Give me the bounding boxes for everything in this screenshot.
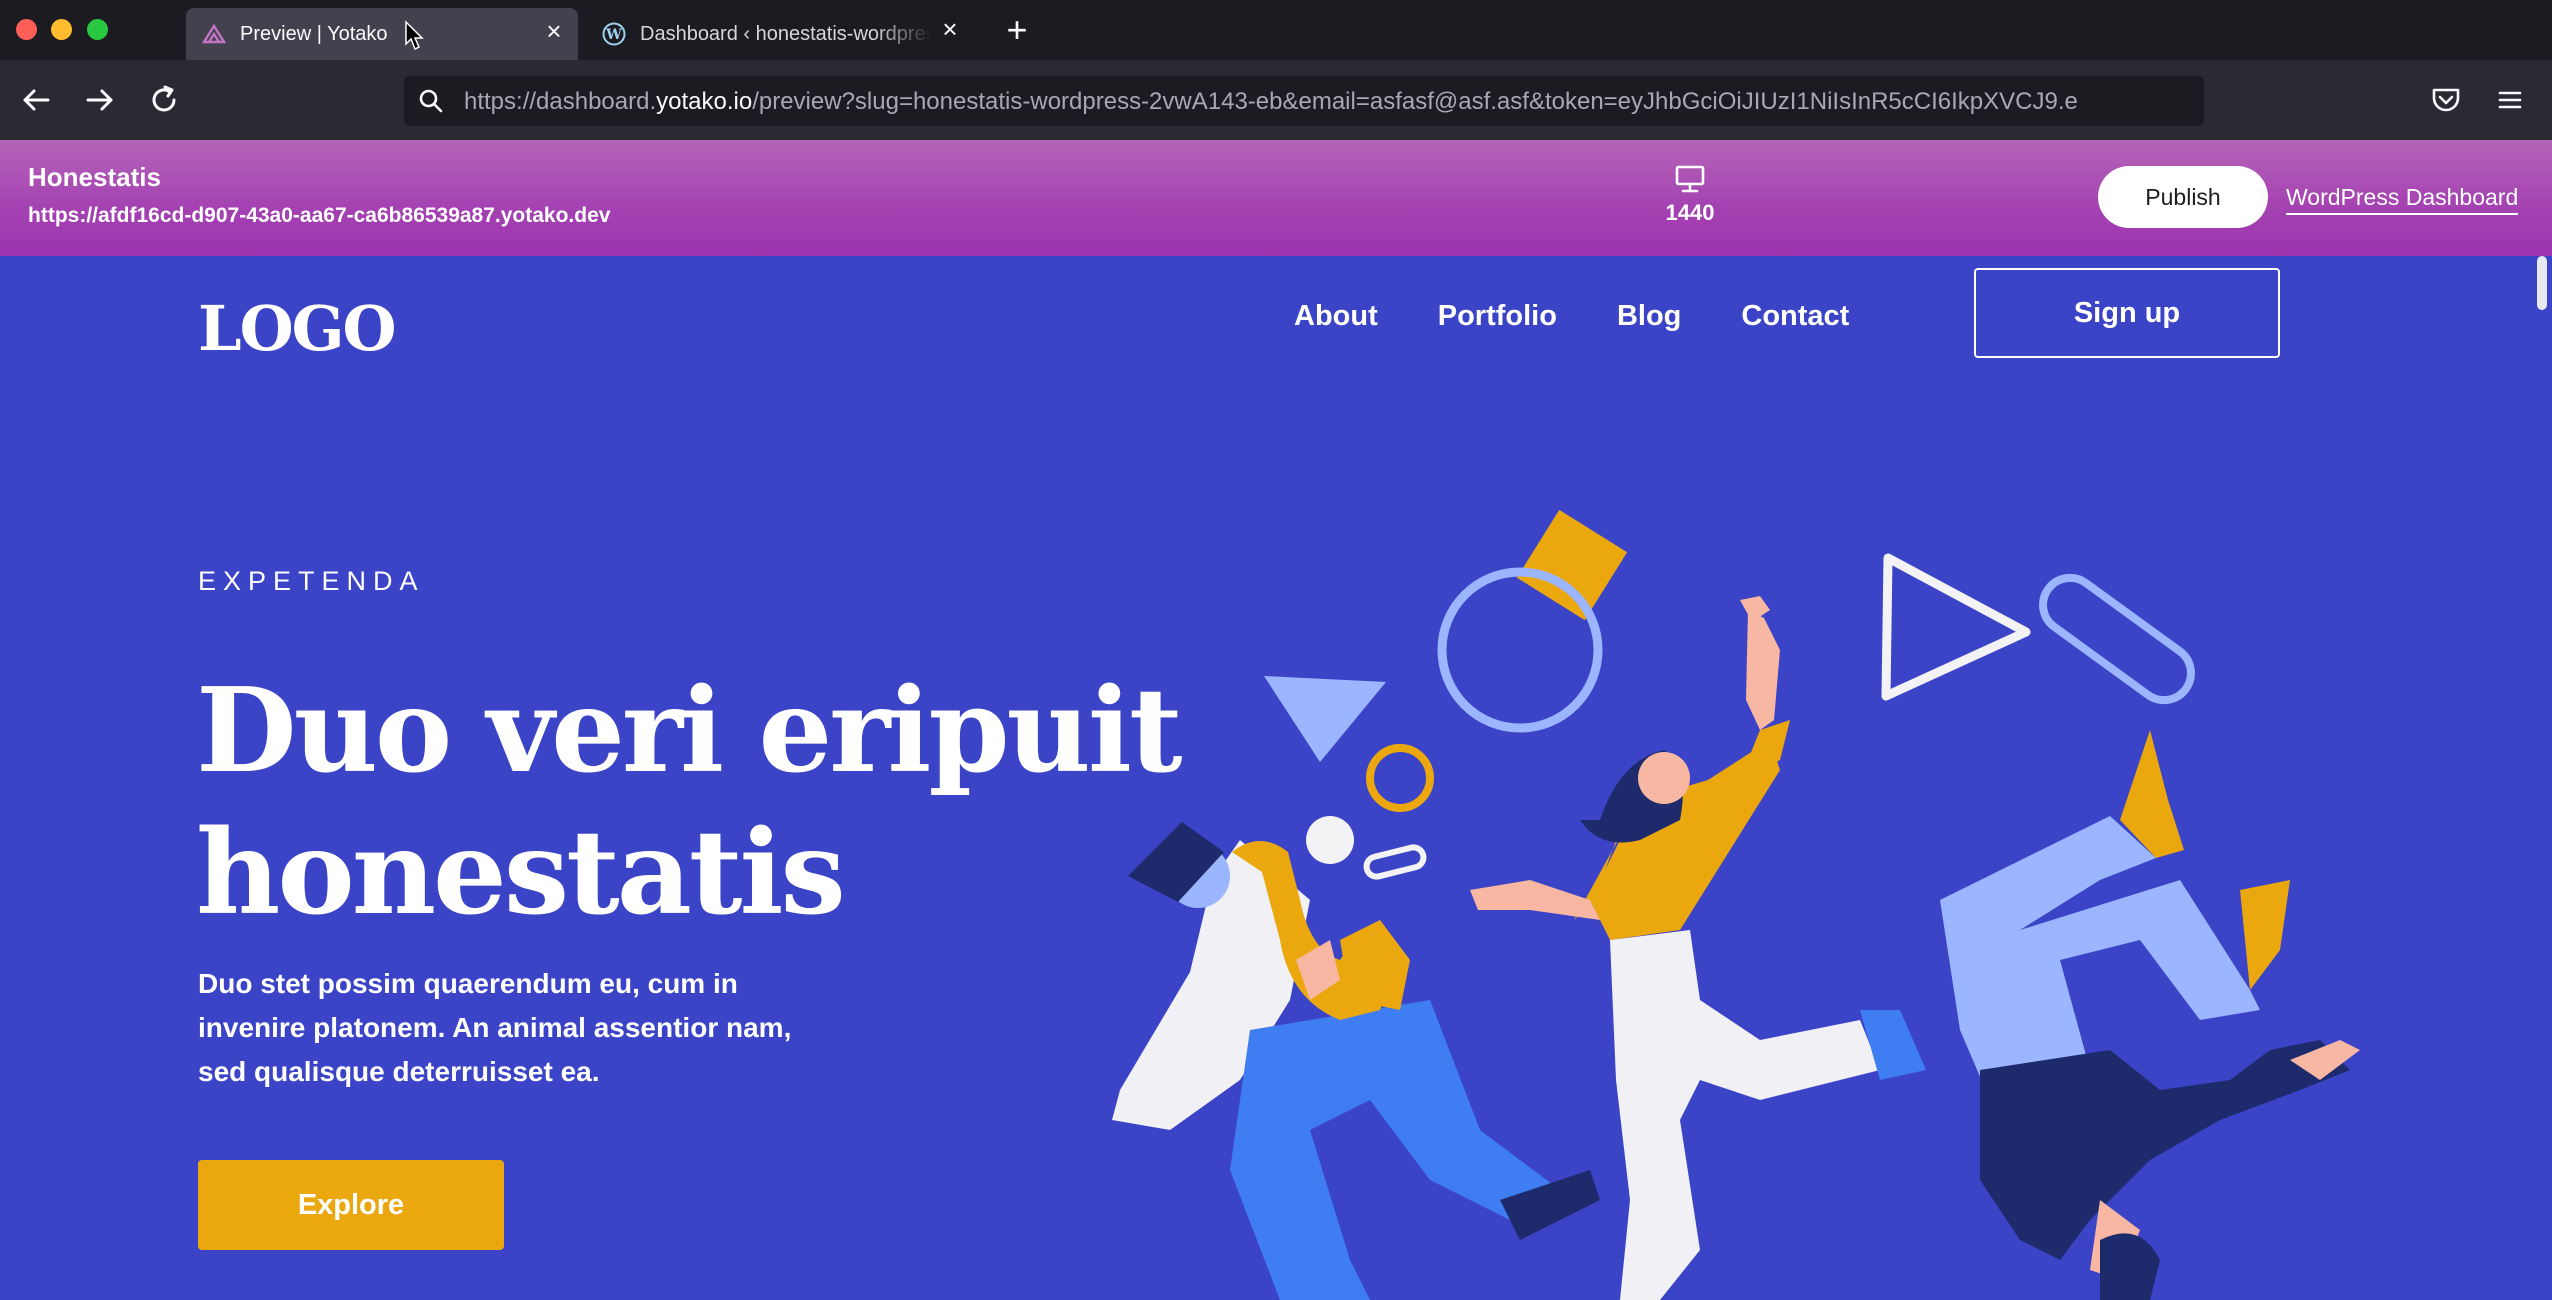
address-bar[interactable]: https://dashboard.yotako.io/preview?slug… — [404, 76, 2204, 126]
wordpress-dashboard-link[interactable]: WordPress Dashboard — [2286, 184, 2519, 215]
website-preview: LOGO About Portfolio Blog Contact Sign u… — [0, 256, 2552, 1300]
browser-toolbar: https://dashboard.yotako.io/preview?slug… — [0, 60, 2552, 140]
maximize-window-button[interactable] — [87, 19, 108, 40]
search-icon — [419, 89, 443, 113]
handstand-dancer-figure — [1940, 730, 2360, 1300]
preview-url[interactable]: https://afdf16cd-d907-43a0-aa67-ca6b8653… — [28, 204, 610, 228]
new-tab-button[interactable]: + — [1000, 12, 1034, 48]
sign-up-button[interactable]: Sign up — [1974, 268, 2280, 358]
hero-description-line-3: sed qualisque deterruisset ea. — [198, 1056, 600, 1087]
device-width-value: 1440 — [1665, 200, 1715, 225]
tab-preview-yotako[interactable]: Preview | Yotako × — [186, 8, 578, 60]
pocket-icon[interactable] — [2428, 82, 2464, 118]
nav-link-contact[interactable]: Contact — [1741, 300, 1849, 333]
yotako-icon — [202, 23, 226, 44]
hero-title: Duo veri eripuit honestatis — [196, 660, 1196, 944]
site-nav: About Portfolio Blog Contact — [1294, 300, 1849, 333]
project-title: Honestatis — [28, 162, 161, 192]
url-host: yotako.io — [656, 88, 753, 115]
blue-pill-shape — [2039, 573, 2195, 705]
svg-text:W: W — [605, 27, 622, 43]
tab-title: Preview | Yotako — [240, 22, 388, 45]
wordpress-icon: W — [602, 22, 626, 46]
white-dot-shape — [1306, 816, 1354, 864]
site-logo[interactable]: LOGO — [198, 292, 397, 365]
url-path: /preview?slug=honestatis-wordpress-2vwA1… — [752, 88, 2078, 115]
url-text: https://dashboard.yotako.io/preview?slug… — [464, 88, 2184, 116]
url-prefix: https://dashboard. — [464, 88, 657, 115]
tab-title: Dashboard ‹ honestatis-wordpress — [640, 22, 932, 45]
tab-wordpress-dashboard[interactable]: W Dashboard ‹ honestatis-wordpress — [586, 8, 978, 60]
close-tab-icon[interactable]: × — [938, 16, 962, 42]
yellow-ring-shape — [1366, 744, 1434, 812]
nav-link-blog[interactable]: Blog — [1617, 300, 1681, 333]
hero-eyebrow: EXPETENDA — [198, 566, 425, 596]
close-window-button[interactable] — [16, 19, 37, 40]
explore-button[interactable]: Explore — [198, 1160, 504, 1250]
scrollbar-thumb[interactable] — [2537, 256, 2547, 310]
hero-title-line-1: Duo veri eripuit — [196, 663, 1183, 799]
hero-description-line-1: Duo stet possim quaerendum eu, cum in — [198, 968, 738, 999]
yotako-preview-bar: Honestatis https://afdf16cd-d907-43a0-aa… — [0, 140, 2552, 256]
device-width-selector[interactable]: 1440 — [1660, 164, 1720, 226]
hero-title-line-2: honestatis — [196, 805, 846, 941]
nav-link-portfolio[interactable]: Portfolio — [1438, 300, 1557, 333]
publish-button[interactable]: Publish — [2098, 166, 2268, 228]
blue-triangle-shape — [1264, 676, 1386, 762]
hero-description-line-2: invenire platonem. An animal assentior n… — [198, 1012, 792, 1043]
white-triangle-shape — [1881, 553, 2031, 701]
dancing-people-illustration — [1112, 509, 2360, 1300]
close-tab-icon[interactable]: × — [542, 18, 566, 44]
minimize-window-button[interactable] — [51, 19, 72, 40]
nav-link-about[interactable]: About — [1294, 300, 1378, 333]
blue-ring-shape — [1437, 567, 1603, 733]
browser-tab-strip: Preview | Yotako × W Dashboard ‹ honesta… — [0, 0, 2552, 60]
hamburger-menu-icon[interactable] — [2494, 84, 2526, 116]
hero-description: Duo stet possim quaerendum eu, cum in in… — [198, 962, 838, 1094]
mouse-cursor-icon — [405, 20, 424, 51]
yellow-square-shape — [1516, 509, 1628, 621]
back-arrow-icon[interactable] — [18, 82, 54, 118]
reload-icon[interactable] — [146, 82, 182, 118]
desktop-monitor-icon — [1675, 165, 1705, 193]
page-scrollbar[interactable] — [2530, 256, 2552, 1300]
white-pill-shape — [1363, 844, 1427, 880]
forward-arrow-icon[interactable] — [82, 82, 118, 118]
